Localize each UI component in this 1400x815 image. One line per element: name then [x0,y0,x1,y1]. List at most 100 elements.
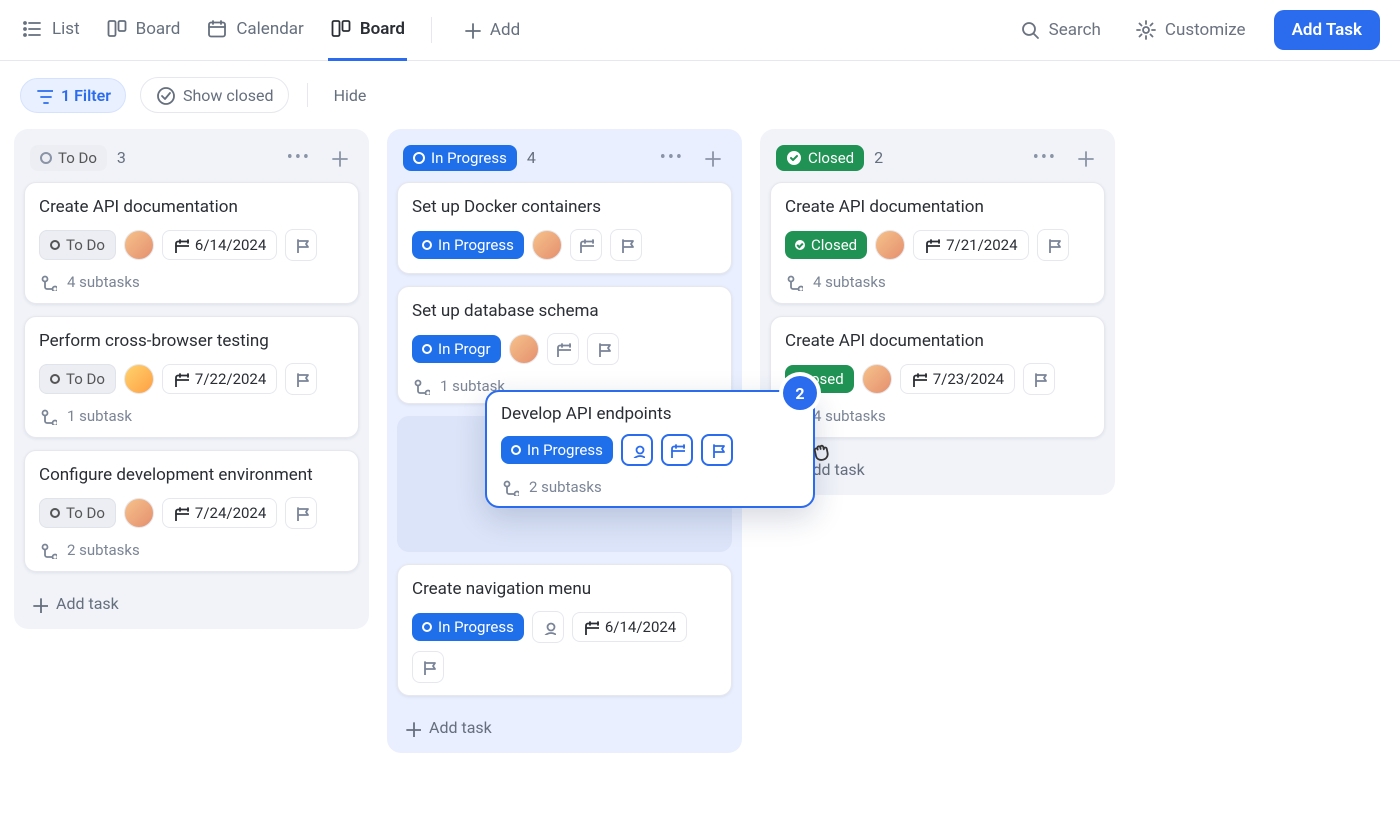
flag-button[interactable] [285,363,317,395]
task-card[interactable]: Perform cross-browser testing To Do 7/22… [24,316,359,438]
avatar[interactable] [124,230,154,260]
column-more-button[interactable]: ••• [283,143,315,172]
avatar[interactable] [124,364,154,394]
customize-button[interactable]: Customize [1129,18,1252,42]
column-header: In Progress 4 ••• [397,139,732,182]
flag-button[interactable] [285,229,317,261]
avatar[interactable] [875,230,905,260]
show-closed-label: Show closed [183,86,274,105]
subtasks-row[interactable]: 2 subtasks [501,478,799,496]
status-pill[interactable]: In Progress [412,613,524,641]
status-pill[interactable]: In Progress [412,231,524,259]
column-more-button[interactable]: ••• [1029,143,1061,172]
column-add-button[interactable] [698,144,726,172]
avatar[interactable] [532,230,562,260]
task-card[interactable]: Create navigation menu In Progress 6/14/… [397,564,732,696]
flag-button[interactable] [701,434,733,466]
subtasks-row[interactable]: 4 subtasks [785,273,1090,291]
date-button[interactable] [570,229,602,261]
view-label: Calendar [236,19,303,39]
column-add-button[interactable] [1071,144,1099,172]
task-card[interactable]: Set up database schema In Progr 1 subtas… [397,286,732,404]
status-pill[interactable]: To Do [39,364,116,394]
task-card[interactable]: Configure development environment To Do … [24,450,359,572]
status-pill[interactable]: Closed [785,231,867,259]
date-pill[interactable]: 7/24/2024 [162,498,277,528]
flag-button[interactable] [1023,363,1055,395]
plus-icon [329,148,349,168]
view-tab-calendar[interactable]: Calendar [204,10,305,61]
date-pill[interactable]: 6/14/2024 [572,612,687,642]
calendar-icon [206,18,228,40]
subtasks-row[interactable]: 1 subtask [39,407,344,425]
add-task-column-button[interactable]: Add task [24,584,125,615]
filter-pill[interactable]: 1 Filter [20,78,126,113]
column-more-button[interactable]: ••• [656,143,688,172]
more-icon: ••• [287,147,311,168]
status-pill[interactable]: In Progress [501,436,613,464]
check-icon [786,150,802,166]
view-label: Board [360,19,405,39]
flag-button[interactable] [412,651,444,683]
date-button[interactable] [547,333,579,365]
calendar-icon [911,371,927,387]
task-card[interactable]: Set up Docker containers In Progress [397,182,732,274]
grab-cursor-icon [808,437,844,473]
subtasks-row[interactable]: 4 subtasks [785,407,1090,425]
add-task-column-button[interactable]: Add task [397,708,498,739]
divider [431,17,432,43]
calendar-icon [173,371,189,387]
show-closed-pill[interactable]: Show closed [140,77,289,113]
subtasks-row[interactable]: 4 subtasks [39,273,344,291]
flag-icon [293,237,309,253]
plus-icon [702,148,722,168]
dragging-card[interactable]: 2 Develop API endpoints In Progress 2 su… [485,390,815,508]
assignee-button[interactable] [621,434,653,466]
add-task-button[interactable]: Add Task [1274,10,1380,50]
view-tab-list[interactable]: List [20,10,82,61]
task-card[interactable]: Create API documentation To Do 6/14/2024… [24,182,359,304]
view-tab-board[interactable]: Board [104,10,183,61]
task-card[interactable]: Create API documentation Closed 7/21/202… [770,182,1105,304]
task-card[interactable]: Create API documentation osed 7/23/2024 … [770,316,1105,438]
plus-icon [403,719,421,737]
hide-button[interactable]: Hide [326,80,375,111]
status-chip-closed[interactable]: Closed [776,145,864,171]
status-label: Closed [808,149,854,167]
add-task-label: Add task [56,594,119,613]
gear-icon [1135,19,1157,41]
add-view-button[interactable]: Add [456,19,526,41]
flag-button[interactable] [587,333,619,365]
date-button[interactable] [661,434,693,466]
column-add-button[interactable] [325,144,353,172]
status-pill[interactable]: To Do [39,230,116,260]
board-icon [330,18,352,40]
flag-button[interactable] [610,229,642,261]
status-pill[interactable]: In Progr [412,335,501,363]
avatar[interactable] [124,498,154,528]
view-tabs: List Board Calendar Board Add [20,10,526,50]
subtasks-row[interactable]: 2 subtasks [39,541,344,559]
status-pill[interactable]: To Do [39,498,116,528]
status-chip-todo[interactable]: To Do [30,145,107,171]
flag-button[interactable] [1037,229,1069,261]
check-circle-icon [155,85,175,105]
assignee-button[interactable] [532,611,564,643]
status-chip-in-progress[interactable]: In Progress [403,145,517,171]
plus-icon [1075,148,1095,168]
date-pill[interactable]: 6/14/2024 [162,230,277,260]
search-button[interactable]: Search [1013,18,1107,42]
avatar[interactable] [862,364,892,394]
top-actions: Search Customize Add Task [1013,10,1380,50]
avatar[interactable] [509,334,539,364]
flag-button[interactable] [285,497,317,529]
subtasks-icon [39,541,57,559]
task-title: Set up database schema [412,301,717,321]
status-label: To Do [58,149,97,167]
column-count: 3 [117,148,126,167]
view-tab-board-active[interactable]: Board [328,10,407,61]
calendar-icon [555,341,571,357]
date-pill[interactable]: 7/21/2024 [913,230,1028,260]
date-pill[interactable]: 7/23/2024 [900,364,1015,394]
date-pill[interactable]: 7/22/2024 [162,364,277,394]
